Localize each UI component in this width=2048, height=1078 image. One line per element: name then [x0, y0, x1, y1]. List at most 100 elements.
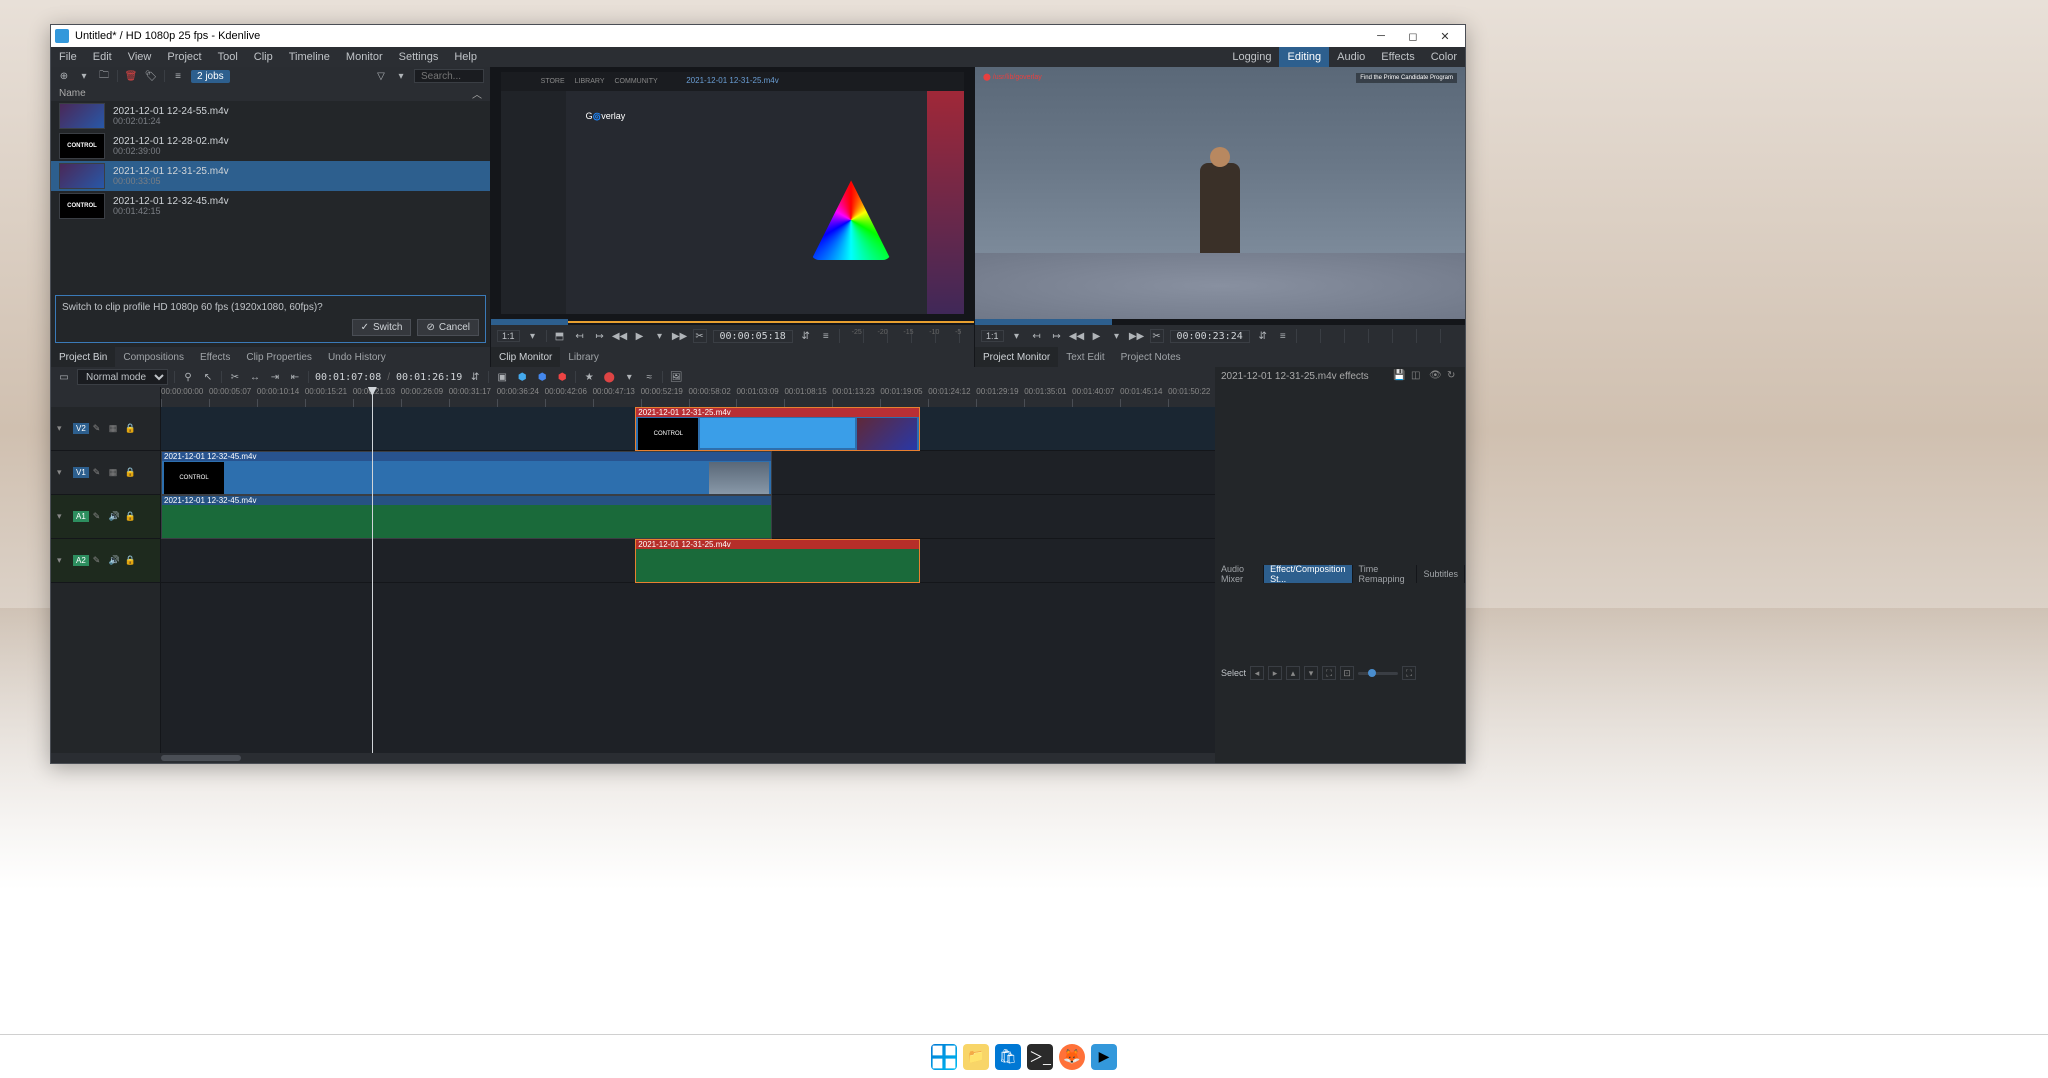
project-scrubber[interactable] [975, 319, 1465, 325]
timeline-clip[interactable]: 2021-12-01 12-31-25.m4v CONTROL [635, 407, 920, 451]
collapse-icon[interactable]: ︿ [472, 86, 482, 101]
tab-undo-history[interactable]: Undo History [320, 347, 394, 367]
bin-item[interactable]: 2021-12-01 12-24-55.m4v00:02:01:24 [51, 101, 490, 131]
track-compositing-icon[interactable]: ▭ [57, 370, 71, 384]
chevron-down-icon[interactable]: ▾ [526, 329, 540, 343]
tab-audio-mixer[interactable]: Audio Mixer [1215, 565, 1264, 583]
crop-icon[interactable]: ✂ [1150, 329, 1164, 343]
bin-item[interactable]: 2021-12-01 12-31-25.m4v00:00:33:05 [51, 161, 490, 191]
edit-icon[interactable]: ✎ [93, 555, 105, 567]
tab-compositions[interactable]: Compositions [115, 347, 192, 367]
visible-icon[interactable]: ▦ [109, 467, 121, 479]
timeline-clip[interactable]: 2021-12-01 12-32-45.m4v CONTROL [161, 451, 772, 495]
menu-tool[interactable]: Tool [210, 47, 246, 67]
stepper-icon[interactable]: ⇵ [1256, 329, 1270, 343]
taskbar[interactable]: 📁 🛍 ＞_ 🦊 ▶ [0, 1034, 2048, 1078]
magnet-icon[interactable]: ⚲ [181, 370, 195, 384]
preview-icon[interactable]: ≈ [642, 370, 656, 384]
add-clip-icon[interactable]: ⊕ [57, 69, 71, 83]
pointer-icon[interactable]: ↖ [201, 370, 215, 384]
fit-icon[interactable]: ⊡ [1340, 666, 1354, 680]
playhead-timecode[interactable]: 00:01:07:08 [315, 372, 381, 383]
chevron-down-icon[interactable]: ▾ [1110, 329, 1124, 343]
lock-icon[interactable]: 🔒 [125, 467, 137, 479]
titlebar[interactable]: Untitled* / HD 1080p 25 fps - Kdenlive ─… [51, 25, 1465, 47]
jobs-badge[interactable]: 2 jobs [191, 70, 230, 83]
start-button[interactable] [931, 1044, 957, 1070]
timeline-scrollbar[interactable] [51, 753, 1215, 763]
fullscreen-icon[interactable]: ⛶ [1402, 666, 1416, 680]
bin-item[interactable]: CONTROL 2021-12-01 12-32-45.m4v00:01:42:… [51, 191, 490, 221]
menu-monitor[interactable]: Monitor [338, 47, 391, 67]
cut-icon[interactable]: ✂ [228, 370, 242, 384]
timeline-tracks[interactable]: 00:00:00:0000:00:05:0700:00:10:1400:00:1… [161, 387, 1215, 753]
color-icon[interactable]: ⬢ [515, 370, 529, 384]
overwrite-icon[interactable]: ⇤ [288, 370, 302, 384]
bin-header[interactable]: Name ︿ [51, 85, 490, 101]
timeline-mode-select[interactable]: Normal mode [77, 369, 168, 385]
select-down-icon[interactable]: ▾ [1304, 666, 1318, 680]
close-button[interactable]: ✕ [1429, 27, 1461, 45]
effects-body[interactable] [1215, 385, 1465, 565]
reset-icon[interactable]: ↻ [1447, 370, 1459, 382]
layout-editing[interactable]: Editing [1279, 47, 1329, 67]
monitor-ruler[interactable]: -25-20-15-10-5 [839, 329, 968, 343]
rewind-icon[interactable]: ◀◀ [613, 329, 627, 343]
clip-monitor-view[interactable]: 2021-12-01 12-31-25.m4v STORELIBRARYCOMM… [491, 67, 974, 319]
color-icon[interactable]: ⬢ [535, 370, 549, 384]
tab-subtitles[interactable]: Subtitles [1417, 565, 1465, 583]
chevron-down-icon[interactable]: ▾ [653, 329, 667, 343]
edit-icon[interactable]: ✎ [93, 423, 105, 435]
firefox-icon[interactable]: 🦊 [1059, 1044, 1085, 1070]
layout-audio[interactable]: Audio [1329, 47, 1373, 67]
layout-effects[interactable]: Effects [1373, 47, 1422, 67]
chevron-down-icon[interactable]: ▾ [57, 555, 69, 567]
edit-icon[interactable]: ✎ [93, 467, 105, 479]
tab-text-edit[interactable]: Text Edit [1058, 347, 1112, 367]
tab-library[interactable]: Library [560, 347, 607, 367]
timeline-clip[interactable]: 2021-12-01 12-31-25.m4v [635, 539, 920, 583]
layout-logging[interactable]: Logging [1224, 47, 1279, 67]
list-icon[interactable]: ≡ [171, 69, 185, 83]
forward-icon[interactable]: ▶▶ [1130, 329, 1144, 343]
lock-icon[interactable]: 🔒 [125, 511, 137, 523]
marker-icon[interactable]: ▣ [495, 370, 509, 384]
track-v2[interactable]: 2021-12-01 12-31-25.m4v CONTROL [161, 407, 1215, 451]
rewind-icon[interactable]: ◀◀ [1070, 329, 1084, 343]
zone-end-icon[interactable]: ↦ [1050, 329, 1064, 343]
chevron-down-icon[interactable]: ▾ [1010, 329, 1024, 343]
menu-view[interactable]: View [120, 47, 160, 67]
visible-icon[interactable]: 👁 [1429, 370, 1441, 382]
zoom-slider[interactable] [1358, 672, 1398, 675]
select-prev-icon[interactable]: ◂ [1250, 666, 1264, 680]
tab-time-remapping[interactable]: Time Remapping [1353, 565, 1418, 583]
mute-icon[interactable]: 🔊 [109, 511, 121, 523]
tab-effects[interactable]: Effects [192, 347, 238, 367]
tab-project-notes[interactable]: Project Notes [1113, 347, 1189, 367]
record-icon[interactable]: ⬤ [602, 370, 616, 384]
play-icon[interactable]: ▶ [633, 329, 647, 343]
track-a2[interactable]: 2021-12-01 12-31-25.m4v [161, 539, 1215, 583]
stepper-icon[interactable]: ⇵ [468, 370, 482, 384]
minimize-button[interactable]: ─ [1365, 27, 1397, 45]
file-explorer-icon[interactable]: 📁 [963, 1044, 989, 1070]
maximize-button[interactable]: ◻ [1397, 27, 1429, 45]
insert-icon[interactable]: ⇥ [268, 370, 282, 384]
mute-icon[interactable]: 🔊 [109, 555, 121, 567]
menu-edit[interactable]: Edit [85, 47, 120, 67]
spacer-icon[interactable]: ↔ [248, 370, 262, 384]
save-icon[interactable]: 💾 [1393, 370, 1405, 382]
chevron-down-icon[interactable]: ▾ [57, 423, 69, 435]
track-v1[interactable]: 2021-12-01 12-32-45.m4v CONTROL [161, 451, 1215, 495]
split-icon[interactable]: ◫ [1411, 370, 1423, 382]
playhead[interactable] [372, 387, 373, 753]
zoom-level[interactable]: 1:1 [981, 330, 1004, 342]
tab-clip-monitor[interactable]: Clip Monitor [491, 347, 560, 367]
store-icon[interactable]: 🛍 [995, 1044, 1021, 1070]
terminal-icon[interactable]: ＞_ [1027, 1044, 1053, 1070]
in-point-icon[interactable]: ⬒ [553, 329, 567, 343]
project-monitor-view[interactable]: ⬤ /usr/lib/goverlay Find the Prime Candi… [975, 67, 1465, 319]
track-header-a1[interactable]: ▾ A1 ✎ 🔊 🔒 [51, 495, 160, 539]
chevron-down-icon[interactable]: ▾ [57, 467, 69, 479]
visible-icon[interactable]: ▦ [109, 423, 121, 435]
